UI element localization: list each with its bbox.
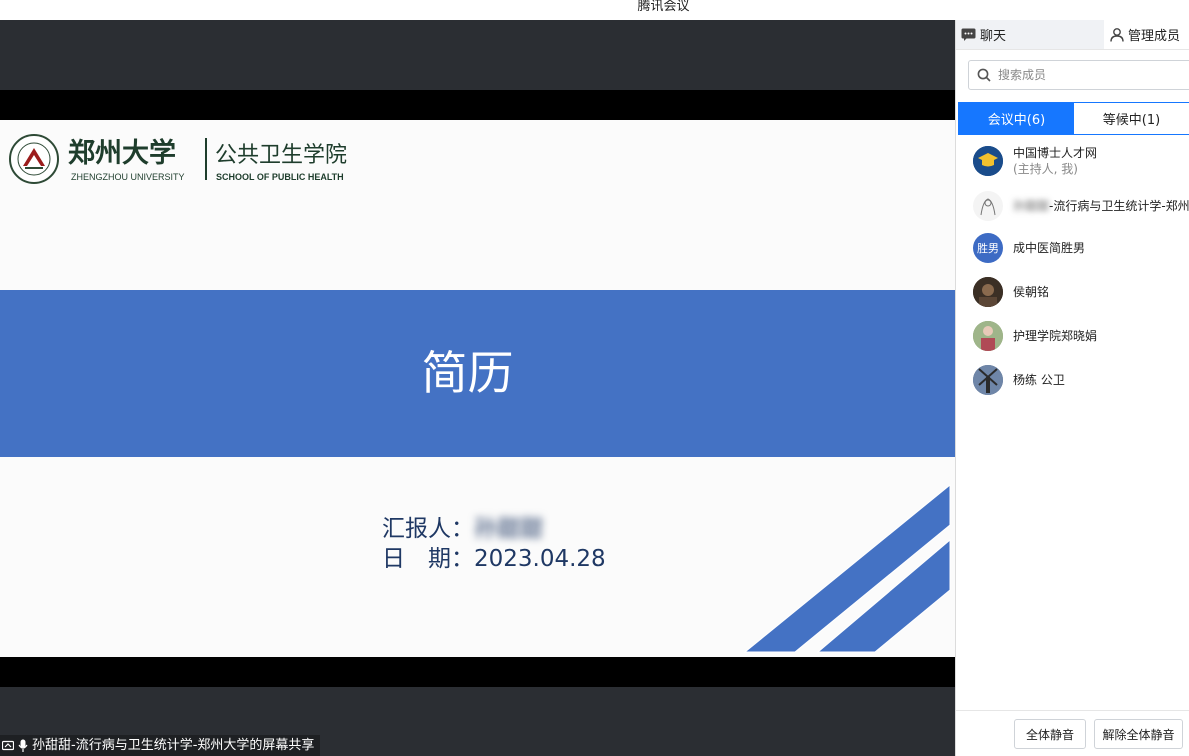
avatar: 胜男 [973,233,1003,263]
list-item[interactable]: 孙甜甜-流行病与卫生统计学-郑州 [973,190,1189,222]
member-name: 中国博士人才网 [1013,146,1098,160]
avatar [973,365,1003,395]
tab-chat[interactable]: 聊天 [956,20,1104,49]
tab-chat-label: 聊天 [980,29,1007,44]
reporter-info: 汇报人：孙甜甜 日 期：2023.04.28 [382,514,606,574]
svg-text:公共卫生学院: 公共卫生学院 [215,143,347,168]
members-panel: 聊天 管理成员 会议中(6) 等候中(1) 中国 [955,20,1189,756]
mute-all-button[interactable]: 全体静音 [1014,719,1086,749]
window-titlebar: 腾讯会议 [0,0,1189,20]
screen-share-label: 孙甜甜-流行病与卫生统计学-郑州大学的屏幕共享 [0,735,321,756]
zhengzhou-university-logo: 郑州大学 ZHENGZHOU UNIVERSITY 公共卫生学院 SCHOOL … [9,134,347,184]
list-item[interactable]: 护理学院郑晓娟 [973,320,1189,352]
screen-share-label-text: 孙甜甜-流行病与卫生统计学-郑州大学的屏幕共享 [32,738,315,753]
reporter-name: 孙甜甜 [474,516,543,542]
member-name-visible: -流行病与卫生统计学-郑州 [1049,199,1189,213]
avatar [973,277,1003,307]
tab-manage-members-label: 管理成员 [1128,29,1181,44]
search-input[interactable] [998,68,1178,82]
avatar [973,191,1003,221]
svg-text:ZHENGZHOU UNIVERSITY: ZHENGZHOU UNIVERSITY [71,172,185,182]
list-item[interactable]: 胜男 成中医简胜男 [973,232,1189,264]
shared-screen-stage: 郑州大学 ZHENGZHOU UNIVERSITY 公共卫生学院 SCHOOL … [0,20,955,756]
svg-text:郑州大学: 郑州大学 [68,137,176,169]
tab-manage-members[interactable]: 管理成员 [1108,20,1189,49]
chat-icon [961,28,976,41]
unmute-all-button[interactable]: 解除全体静音 [1094,719,1183,749]
date-value: 2023.04.28 [474,546,606,572]
member-search[interactable] [968,60,1189,90]
date-label: 日 期： [382,546,474,572]
user-icon [1110,27,1124,42]
list-item[interactable]: 杨练 公卫 [973,364,1189,396]
photo-avatar-icon [973,277,1003,307]
member-name: 孙甜甜-流行病与卫生统计学-郑州 [1013,198,1189,214]
avatar [973,321,1003,351]
member-name-blurred: 孙甜甜 [1013,199,1050,213]
panel-tabs: 聊天 管理成员 [956,20,1189,50]
search-icon [977,68,991,82]
member-name: 成中医简胜男 [1013,241,1086,255]
windmill-avatar-icon [973,365,1003,395]
tab-waiting-room[interactable]: 等候中(1) [1074,103,1189,134]
decorative-stripes [743,483,951,653]
presentation-slide: 郑州大学 ZHENGZHOU UNIVERSITY 公共卫生学院 SCHOOL … [0,120,955,657]
list-item[interactable]: 中国博士人才网 (主持人, 我) [973,144,1189,178]
member-status-tabs: 会议中(6) 等候中(1) [958,102,1189,135]
graduation-cap-icon [973,146,1003,176]
tab-in-meeting[interactable]: 会议中(6) [959,103,1074,134]
sketch-avatar-icon [980,198,996,216]
letterbox-top [0,90,955,120]
date-line: 日 期：2023.04.28 [382,544,606,574]
svg-text:SCHOOL OF PUBLIC HEALTH: SCHOOL OF PUBLIC HEALTH [216,172,344,182]
letterbox-bottom [0,657,955,687]
avatar [973,146,1003,176]
window-title: 腾讯会议 [637,0,690,14]
screen-share-icon [2,740,14,750]
member-name: 侯朝铭 [1013,285,1050,299]
member-name: 杨练 公卫 [1013,373,1065,387]
list-item[interactable]: 侯朝铭 [973,276,1189,308]
photo-avatar-icon [973,321,1003,351]
member-name: 护理学院郑晓娟 [1013,329,1098,343]
microphone-icon[interactable] [18,739,28,752]
reporter-line: 汇报人：孙甜甜 [382,514,606,544]
reporter-label: 汇报人： [382,516,474,542]
member-role: (主持人, 我) [1013,162,1078,176]
slide-title: 简历 [421,346,514,400]
panel-footer: 全体静音 解除全体静音 [956,710,1189,756]
